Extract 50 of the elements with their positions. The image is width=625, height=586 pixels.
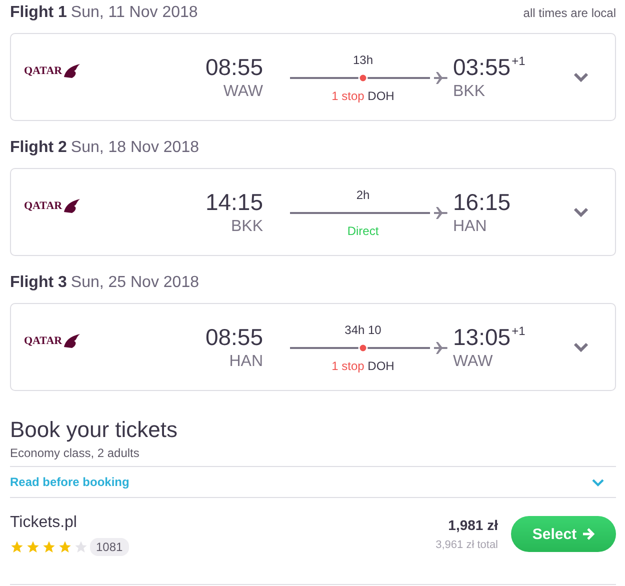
chevron-down-icon[interactable] [573, 207, 589, 217]
flight-label: Flight 1 [10, 4, 67, 22]
flight-duration: 34h 10 [344, 323, 382, 337]
timezone-note: all times are local [523, 6, 616, 20]
flight-duration: 13h [352, 53, 374, 67]
flight-duration: 2h [356, 188, 370, 202]
flight-date: Sun, 25 Nov 2018 [70, 274, 199, 292]
arrival-airport: BKK [453, 82, 486, 100]
arrival-time: 13:05 [453, 324, 511, 350]
stop-info: 1 stop DOH [332, 89, 394, 103]
arrival-time: 03:55 [453, 54, 511, 80]
airline-logo: QATAR [24, 200, 62, 212]
day-offset: +1 [512, 54, 526, 68]
departure-airport: HAN [229, 352, 263, 370]
section-subtitle: Economy class, 2 adults [10, 446, 140, 460]
provider-name: Tickets.pl [10, 514, 78, 532]
arrow-right-icon [582, 528, 595, 540]
plane-icon [434, 207, 448, 219]
flight-label: Flight 3 [10, 274, 67, 292]
star-icon [42, 540, 56, 554]
airline-logo: QATAR [24, 335, 62, 347]
arrival-airport: WAW [453, 352, 494, 370]
day-offset: +1 [512, 324, 526, 338]
flight-card[interactable]: QATAR 14:15 BKK 2h Direct 16:15 HAN [10, 168, 616, 256]
star-icon [74, 540, 88, 554]
departure-time: 08:55 [205, 324, 263, 350]
departure-time: 08:55 [205, 54, 263, 80]
price: 1,981 zł [448, 517, 498, 533]
stop-info: Direct [347, 224, 379, 238]
departure-airport: BKK [230, 218, 263, 236]
arrival-time: 16:15 [453, 188, 511, 216]
flight-label: Flight 2 [10, 139, 67, 157]
stop-info: 1 stop DOH [332, 359, 394, 373]
star-icon [26, 540, 40, 554]
review-count: 1081 [90, 538, 129, 556]
airline-logo: QATAR [24, 65, 62, 77]
plane-icon [434, 342, 448, 354]
total-price: 3,961 zł total [436, 539, 498, 551]
chevron-down-icon[interactable] [573, 72, 589, 82]
plane-icon [434, 72, 448, 84]
departure-time: 14:15 [205, 188, 263, 216]
chevron-down-icon[interactable] [591, 478, 605, 486]
section-title: Book your tickets [10, 417, 179, 443]
arrival-airport: HAN [453, 218, 488, 236]
star-icon [58, 540, 72, 554]
chevron-down-icon[interactable] [573, 342, 589, 352]
flight-date: Sun, 18 Nov 2018 [70, 139, 199, 157]
star-icon [10, 540, 24, 554]
flight-date: Sun, 11 Nov 2018 [70, 4, 198, 22]
departure-airport: WAW [223, 82, 263, 100]
